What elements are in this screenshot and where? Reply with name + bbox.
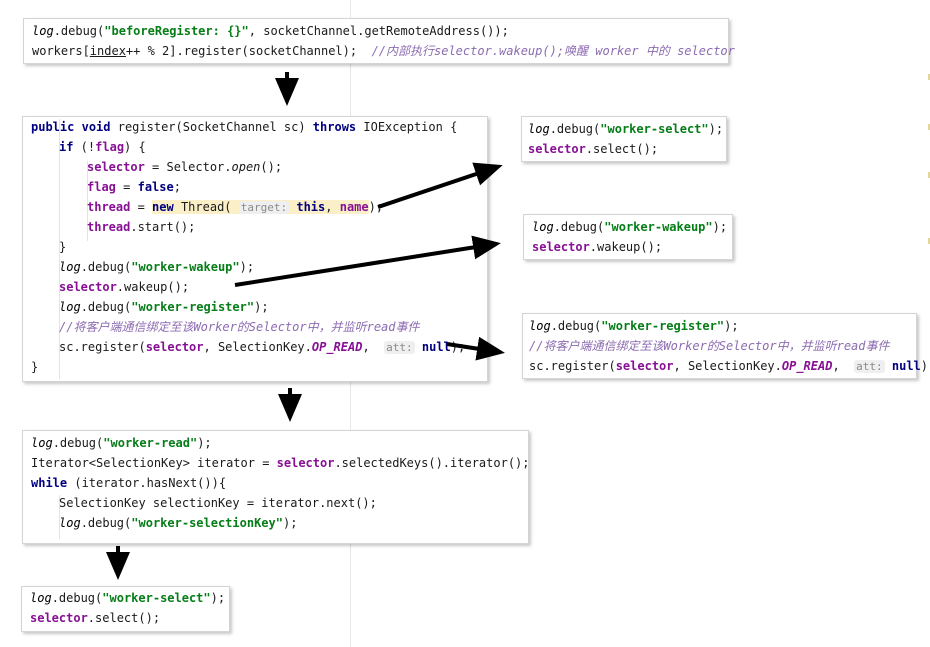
arrow-to-select bbox=[377, 162, 503, 209]
arrow-to-register bbox=[446, 336, 505, 361]
arrow-to-wakeup bbox=[234, 235, 501, 287]
flow-arrows bbox=[106, 72, 505, 580]
